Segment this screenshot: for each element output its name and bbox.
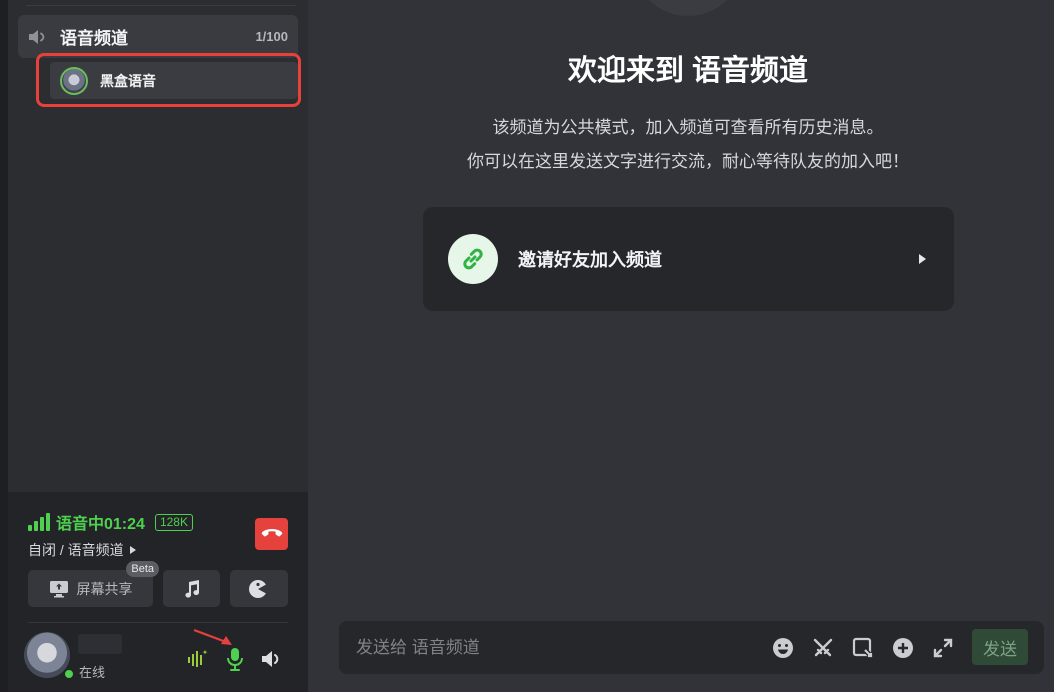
speaker-output-button[interactable] [260, 647, 284, 671]
welcome-description-line1: 该频道为公共模式，加入频道可查看所有历史消息。 [492, 118, 884, 137]
signal-strength-icon [28, 513, 50, 531]
channel-icon [633, 0, 743, 16]
send-button[interactable]: 发送 [972, 629, 1028, 665]
music-note-icon [184, 579, 199, 598]
voice-channel-path[interactable]: 自闭 / 语音频道 [28, 540, 136, 560]
online-status-dot [63, 668, 75, 680]
voice-status-title: 语音中01:24 [56, 516, 145, 533]
battle-button[interactable] [810, 635, 836, 661]
bitrate-badge: 128K [154, 513, 193, 531]
member-name: 黑盒语音 [100, 72, 156, 89]
divider [26, 5, 296, 6]
microphone-button[interactable] [223, 647, 247, 671]
volume-icon [262, 651, 279, 667]
channel-name: 语音频道 [60, 29, 128, 48]
beta-badge: Beta [126, 561, 159, 577]
welcome-description-line2: 你可以在这里发送文字进行交流，耐心等待队友的加入吧！ [467, 152, 909, 171]
main-content: 欢迎来到 语音频道 该频道为公共模式，加入频道可查看所有历史消息。 你可以在这里… [308, 0, 1054, 692]
invite-label: 邀请好友加入频道 [518, 250, 662, 270]
expand-composer-button[interactable] [930, 635, 956, 661]
expand-icon [933, 638, 953, 658]
speaker-icon [29, 29, 45, 44]
hang-up-icon [261, 529, 282, 537]
divider [28, 622, 288, 623]
user-status-text: 在线 [79, 665, 106, 680]
screenshot-icon [852, 637, 873, 658]
caret-right-icon [919, 254, 926, 264]
invite-friends-card[interactable]: 邀请好友加入频道 [423, 207, 954, 311]
sound-effect-icon [249, 579, 267, 598]
microphone-icon [227, 648, 243, 671]
annotation-arrow [193, 628, 232, 645]
channel-member-item[interactable]: 黑盒语音 [50, 62, 298, 99]
screen-share-icon [49, 580, 68, 597]
screen-share-button[interactable]: 屏幕共享 Beta [28, 561, 159, 607]
app-window: 语音频道 1/100 黑盒语音 语音中01:24 128K 自闭 / 语音频道 [0, 0, 1054, 692]
server-rail [0, 0, 8, 692]
sound-effects-button[interactable] [230, 570, 288, 607]
welcome-title: 欢迎来到 语音频道 [567, 55, 809, 87]
voice-status: 语音中01:24 128K [28, 510, 193, 534]
noise-suppression-button[interactable] [186, 647, 210, 671]
message-input[interactable] [356, 636, 756, 660]
crossed-swords-icon [813, 638, 833, 657]
link-icon [448, 234, 498, 284]
voice-connection-panel: 语音中01:24 128K 自闭 / 语音频道 屏幕共享 Beta 在线 [8, 492, 308, 692]
voice-channel-path-label: 自闭 / 语音频道 [28, 542, 124, 558]
disconnect-button[interactable] [255, 518, 288, 550]
voice-channel-item[interactable]: 语音频道 1/100 [18, 15, 298, 58]
screenshot-button[interactable] [850, 635, 876, 661]
emoji-icon [773, 638, 793, 658]
avatar [60, 66, 88, 95]
channel-member-count: 1/100 [255, 29, 288, 44]
plus-circle-icon [893, 638, 913, 658]
username-redacted [78, 634, 122, 654]
caret-right-icon [129, 546, 136, 554]
screen-share-label: 屏幕共享 [76, 580, 133, 597]
sound-wave-icon [188, 650, 208, 667]
music-button[interactable] [163, 570, 220, 607]
emoji-button[interactable] [770, 635, 796, 661]
add-attachment-button[interactable] [890, 635, 916, 661]
message-composer: 发送 [339, 621, 1044, 674]
